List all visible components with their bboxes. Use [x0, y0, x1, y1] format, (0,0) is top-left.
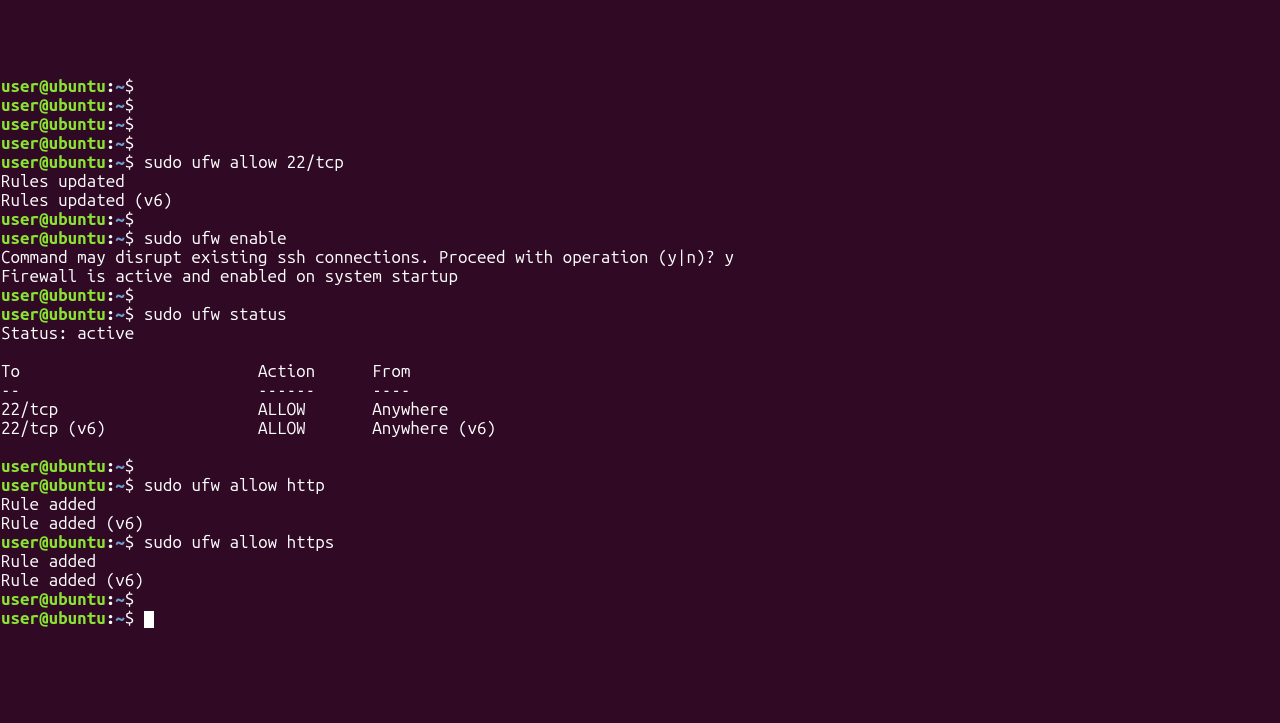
prompt-dollar: $: [125, 153, 135, 172]
prompt-line-active[interactable]: user@ubuntu:~$: [1, 609, 1280, 628]
prompt-path: ~: [115, 115, 125, 134]
prompt-line: user@ubuntu:~$ sudo ufw enable: [1, 229, 1280, 248]
prompt-dollar: $: [125, 609, 135, 628]
prompt-colon: :: [106, 457, 116, 476]
prompt-colon: :: [106, 153, 116, 172]
prompt-line: user@ubuntu:~$ sudo ufw allow http: [1, 476, 1280, 495]
prompt-line: user@ubuntu:~$: [1, 590, 1280, 609]
output-line: [1, 438, 1280, 457]
output-line: Rule added (v6): [1, 571, 1280, 590]
prompt-colon: :: [106, 476, 116, 495]
prompt-user-host: user@ubuntu: [1, 457, 106, 476]
prompt-path: ~: [115, 96, 125, 115]
output-line: [1, 343, 1280, 362]
prompt-colon: :: [106, 533, 116, 552]
prompt-colon: :: [106, 286, 116, 305]
prompt-user-host: user@ubuntu: [1, 533, 106, 552]
prompt-dollar: $: [125, 229, 135, 248]
prompt-line: user@ubuntu:~$: [1, 134, 1280, 153]
output-line: To Action From: [1, 362, 1280, 381]
prompt-line: user@ubuntu:~$: [1, 77, 1280, 96]
prompt-path: ~: [115, 305, 125, 324]
prompt-colon: :: [106, 590, 116, 609]
prompt-user-host: user@ubuntu: [1, 134, 106, 153]
cursor-icon: [144, 611, 154, 628]
terminal-content[interactable]: user@ubuntu:~$ user@ubuntu:~$ user@ubunt…: [1, 77, 1280, 628]
prompt-dollar: $: [125, 210, 135, 229]
prompt-colon: :: [106, 77, 116, 96]
output-line: 22/tcp (v6) ALLOW Anywhere (v6): [1, 419, 1280, 438]
prompt-colon: :: [106, 210, 116, 229]
prompt-dollar: $: [125, 115, 135, 134]
prompt-line: user@ubuntu:~$: [1, 210, 1280, 229]
prompt-line: user@ubuntu:~$: [1, 115, 1280, 134]
prompt-path: ~: [115, 153, 125, 172]
prompt-line: user@ubuntu:~$ sudo ufw allow 22/tcp: [1, 153, 1280, 172]
prompt-user-host: user@ubuntu: [1, 476, 106, 495]
prompt-user-host: user@ubuntu: [1, 210, 106, 229]
output-line: Rule added: [1, 495, 1280, 514]
prompt-line: user@ubuntu:~$ sudo ufw status: [1, 305, 1280, 324]
prompt-dollar: $: [125, 77, 135, 96]
prompt-dollar: $: [125, 305, 135, 324]
prompt-colon: :: [106, 229, 116, 248]
prompt-dollar: $: [125, 286, 135, 305]
output-line: -- ------ ----: [1, 381, 1280, 400]
prompt-user-host: user@ubuntu: [1, 229, 106, 248]
output-line: Firewall is active and enabled on system…: [1, 267, 1280, 286]
prompt-user-host: user@ubuntu: [1, 96, 106, 115]
prompt-path: ~: [115, 457, 125, 476]
prompt-path: ~: [115, 210, 125, 229]
output-line: 22/tcp ALLOW Anywhere: [1, 400, 1280, 419]
output-line: Rules updated: [1, 172, 1280, 191]
command-text: sudo ufw enable: [144, 229, 287, 248]
prompt-line: user@ubuntu:~$ sudo ufw allow https: [1, 533, 1280, 552]
command-text: sudo ufw status: [144, 305, 287, 324]
prompt-dollar: $: [125, 96, 135, 115]
command-text: sudo ufw allow https: [144, 533, 334, 552]
prompt-path: ~: [115, 77, 125, 96]
prompt-user-host: user@ubuntu: [1, 590, 106, 609]
prompt-user-host: user@ubuntu: [1, 286, 106, 305]
prompt-colon: :: [106, 96, 116, 115]
command-text: sudo ufw allow 22/tcp: [144, 153, 344, 172]
output-line: Rule added (v6): [1, 514, 1280, 533]
prompt-dollar: $: [125, 590, 135, 609]
prompt-path: ~: [115, 134, 125, 153]
command-text: sudo ufw allow http: [144, 476, 325, 495]
prompt-path: ~: [115, 533, 125, 552]
prompt-path: ~: [115, 609, 125, 628]
prompt-user-host: user@ubuntu: [1, 153, 106, 172]
prompt-dollar: $: [125, 533, 135, 552]
prompt-user-host: user@ubuntu: [1, 115, 106, 134]
output-line: Rule added: [1, 552, 1280, 571]
output-line: Command may disrupt existing ssh connect…: [1, 248, 1280, 267]
prompt-colon: :: [106, 305, 116, 324]
prompt-dollar: $: [125, 476, 135, 495]
prompt-colon: :: [106, 115, 116, 134]
prompt-line: user@ubuntu:~$: [1, 286, 1280, 305]
prompt-path: ~: [115, 476, 125, 495]
prompt-colon: :: [106, 609, 116, 628]
output-line: Rules updated (v6): [1, 191, 1280, 210]
prompt-line: user@ubuntu:~$: [1, 457, 1280, 476]
output-line: Status: active: [1, 324, 1280, 343]
prompt-dollar: $: [125, 134, 135, 153]
prompt-path: ~: [115, 229, 125, 248]
prompt-user-host: user@ubuntu: [1, 305, 106, 324]
prompt-dollar: $: [125, 457, 135, 476]
prompt-user-host: user@ubuntu: [1, 609, 106, 628]
prompt-user-host: user@ubuntu: [1, 77, 106, 96]
prompt-line: user@ubuntu:~$: [1, 96, 1280, 115]
prompt-path: ~: [115, 590, 125, 609]
prompt-path: ~: [115, 286, 125, 305]
prompt-colon: :: [106, 134, 116, 153]
